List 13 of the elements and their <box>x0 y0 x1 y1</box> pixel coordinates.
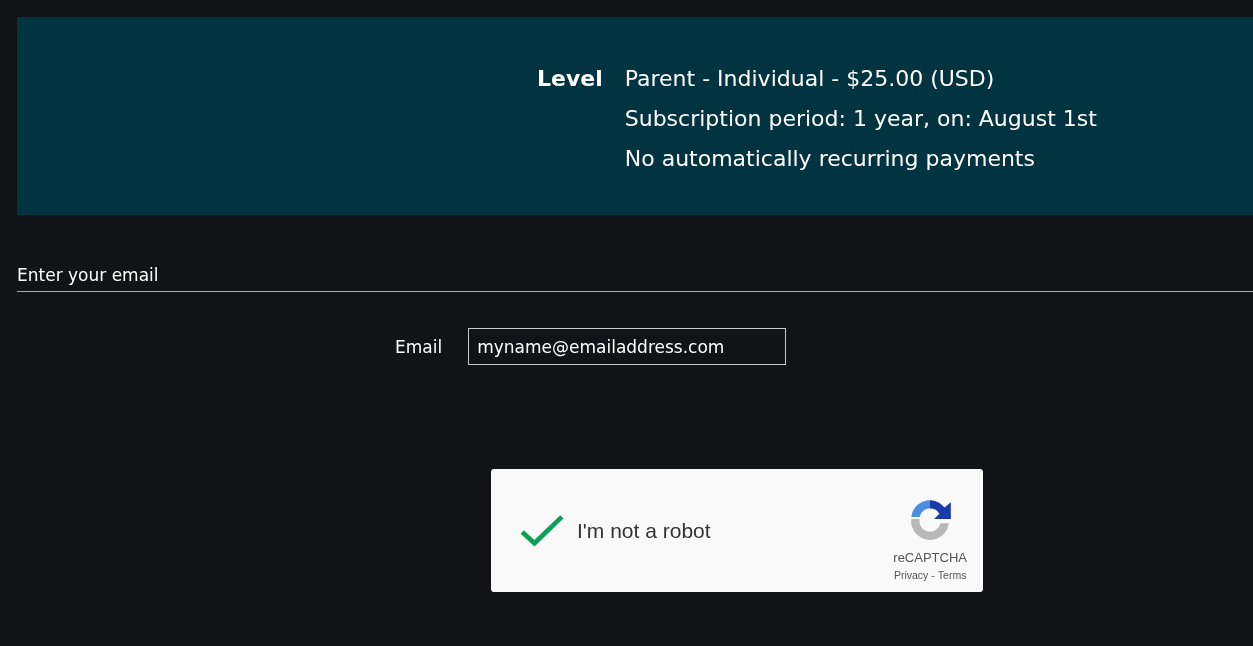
link-separator: - <box>931 569 935 581</box>
checkmark-icon[interactable] <box>519 513 565 548</box>
brand-name: reCAPTCHA <box>893 550 967 565</box>
level-detail: Parent - Individual - $25.00 (USD) <box>624 65 996 93</box>
level-detail: Subscription period: 1 year, on: August 1st <box>624 105 1097 133</box>
level-detail: No automatically recurring payments <box>624 145 1036 173</box>
level-label: Level <box>537 65 603 93</box>
privacy-link[interactable]: Privacy <box>893 569 929 581</box>
captcha-label: I'm not a robot <box>577 518 712 543</box>
email-label: Email <box>395 336 443 357</box>
terms-link[interactable]: Terms <box>937 569 967 581</box>
email-field[interactable]: myname@emailaddress.com <box>468 328 787 365</box>
section-title: Enter your email <box>17 265 159 285</box>
